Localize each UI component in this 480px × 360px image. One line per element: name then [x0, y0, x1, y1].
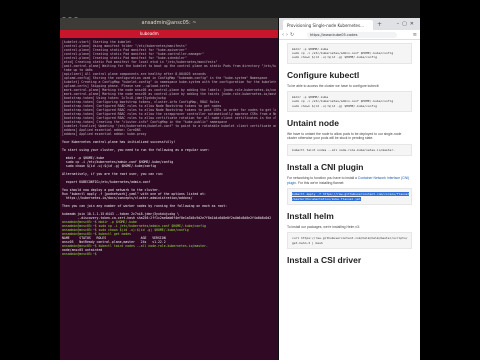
- terminal-output[interactable]: [kubelet-start] Starting the kubelet [con…: [60, 38, 278, 360]
- terminal-line: ansadmin@ansc05:~$: [62, 252, 99, 256]
- address-bar[interactable]: https://www.kube05.codes: [307, 32, 397, 38]
- desktop-top-bar: [60, 0, 420, 21]
- terminal-window[interactable]: ansadmin@ansc05: ~ kubeadm [kubelet-star…: [60, 18, 279, 360]
- heading-untaint-node: Untaint node: [287, 117, 339, 128]
- browser-window-controls[interactable]: –▢✕: [397, 21, 417, 27]
- nav-buttons[interactable]: ‹›↻: [282, 32, 296, 38]
- new-tab-icon[interactable]: +: [377, 21, 382, 28]
- heading-install-cni: Install a CNI plugin: [287, 162, 364, 173]
- paragraph-configure: To be able to access the cluster we have…: [287, 83, 380, 88]
- terminal-line: [wait-control-plane] Waiting for the kub…: [62, 64, 276, 68]
- code-block-configure: mkdir -p $HOME/.kube sudo cp -i /etc/kub…: [287, 91, 412, 112]
- terminal-titlebar[interactable]: ansadmin@ansc05: ~: [60, 18, 278, 36]
- browser-window[interactable]: Provisioning Single-node Kubernetes... +…: [279, 18, 420, 360]
- browser-tab-bar: Provisioning Single-node Kubernetes... +…: [279, 18, 420, 30]
- terminal-title: ansadmin@ansc05: ~: [141, 20, 197, 26]
- menu-icon[interactable]: ≡: [413, 32, 417, 38]
- terminal-tab-bar: kubeadm: [60, 30, 278, 38]
- browser-tab[interactable]: Provisioning Single-node Kubernetes...: [283, 20, 373, 30]
- paragraph-untaint: We have to untaint the node to allow pod…: [287, 131, 402, 141]
- paragraph-cni: For networking to function you have to i…: [287, 176, 410, 185]
- screen-frame: ansadmin@ansc05: ~ kubeadm [kubelet-star…: [60, 0, 420, 360]
- browser-toolbar: ‹›↻ https://www.kube05.codes ≡: [279, 30, 420, 40]
- code-block-helm: curl https://raw.githubusercontent.com/h…: [287, 232, 412, 249]
- heading-configure-kubectl: Configure kubectl: [287, 69, 360, 80]
- paragraph-helm: To install our packages, we're installin…: [287, 224, 360, 229]
- code-block-untaint: kubectl taint nodes --all node-role.kube…: [287, 144, 412, 157]
- selected-text[interactable]: kubectl apply -f https://raw.githubuserc…: [292, 192, 410, 197]
- terminal-tab-label[interactable]: kubeadm: [140, 31, 159, 36]
- heading-install-helm: Install helm: [287, 210, 334, 221]
- activities-indicator[interactable]: [62, 6, 82, 21]
- heading-install-csi: Install a CSI driver: [287, 254, 362, 265]
- code-block-flannel: kubectl apply -f https://raw.githubuserc…: [287, 188, 412, 205]
- page-content[interactable]: mkdir -p $HOME/.kube sudo cp -i /etc/kub…: [279, 40, 420, 360]
- code-block-kube-config: mkdir -p $HOME/.kube sudo cp -i /etc/kub…: [287, 43, 412, 64]
